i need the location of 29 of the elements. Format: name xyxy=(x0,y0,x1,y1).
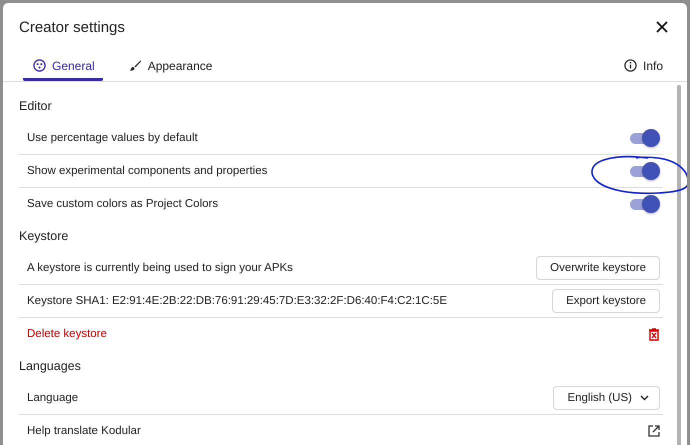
delete-link[interactable]: Delete keystore xyxy=(27,328,107,340)
chevron-down-icon xyxy=(640,395,649,401)
language-dropdown[interactable]: English (US) xyxy=(553,386,660,410)
brush-icon xyxy=(128,59,142,72)
toggle-switch[interactable] xyxy=(630,162,660,180)
setting-label: Save custom colors as Project Colors xyxy=(27,198,218,210)
keystore-button[interactable]: Overwrite keystore xyxy=(536,256,660,280)
palette-icon xyxy=(33,59,46,72)
scrollbar[interactable] xyxy=(677,85,681,445)
setting-label: Language xyxy=(27,392,78,404)
info-tab[interactable]: Info xyxy=(614,53,671,81)
setting-label: Use percentage values by default xyxy=(27,132,198,144)
info-icon xyxy=(624,59,637,72)
close-icon[interactable] xyxy=(655,20,669,34)
setting-label[interactable]: Help translate Kodular xyxy=(27,425,141,437)
toggle-switch[interactable] xyxy=(630,129,660,147)
dialog-title: Creator settings xyxy=(19,18,125,36)
keystore-button[interactable]: Export keystore xyxy=(552,289,660,313)
setting-label: A keystore is currently being used to sign your APKs xyxy=(27,262,293,274)
trash-icon[interactable] xyxy=(648,328,660,340)
setting-label: Show experimental components and properties xyxy=(27,165,268,177)
setting-label: Keystore SHA1: E2:91:4E:2B:22:DB:76:91:29:45:7D:E3:32:2F:D6:40:F4:C2:1C:5E xyxy=(27,295,447,307)
toggle-switch[interactable] xyxy=(630,195,660,213)
tab[interactable]: General xyxy=(23,53,103,81)
section-heading: Editor xyxy=(19,98,53,115)
external-link-icon[interactable] xyxy=(648,425,660,437)
section-heading: Keystore xyxy=(19,228,70,245)
section-heading: Languages xyxy=(19,358,82,375)
tab[interactable]: Appearance xyxy=(118,53,220,81)
